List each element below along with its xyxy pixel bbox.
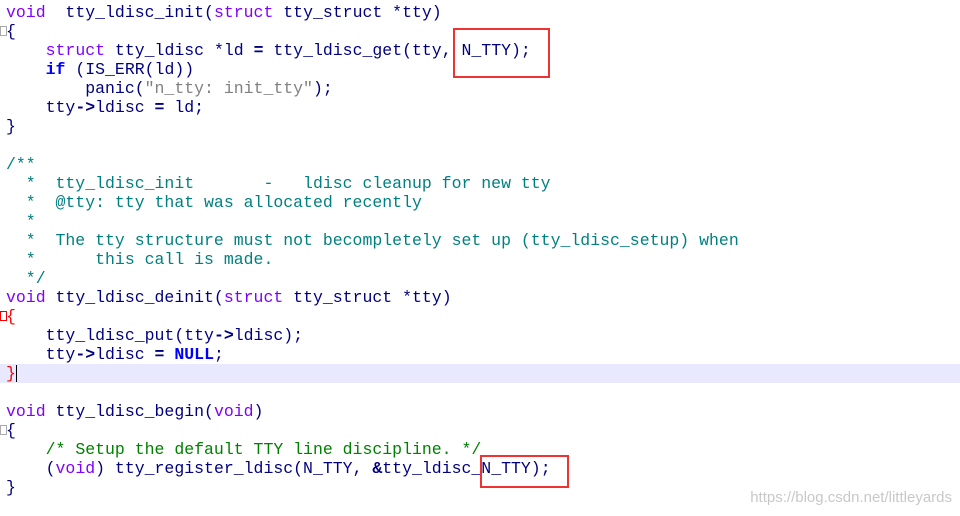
code-line[interactable]: void tty_ldisc_deinit(struct tty_struct …: [0, 288, 960, 307]
fold-marker-icon[interactable]: [0, 26, 7, 36]
code-token: tty_struct *tty): [273, 3, 442, 22]
code-token: tty: [6, 345, 76, 364]
code-token: NULL: [174, 345, 214, 364]
highlight-box-n-tty-get: [453, 28, 550, 78]
code-line[interactable]: {: [0, 307, 960, 326]
code-token: void: [6, 3, 46, 22]
code-token: /**: [6, 155, 36, 174]
code-token: tty_ldisc_deinit(: [45, 288, 224, 307]
code-token: tty_ldisc_put(tty: [6, 326, 214, 345]
code-token: void: [6, 288, 46, 307]
code-token: tty: [6, 98, 76, 117]
code-token: ): [253, 402, 264, 421]
fold-marker-icon[interactable]: [0, 311, 7, 321]
code-token: ->: [75, 98, 96, 117]
code-token: );: [312, 79, 333, 98]
code-token: void: [213, 402, 254, 421]
code-line[interactable]: [0, 136, 960, 155]
code-token: void: [6, 402, 46, 421]
code-token: {: [6, 421, 16, 440]
code-token: * @tty: tty that was allocated recently: [6, 193, 422, 212]
code-token: panic(: [6, 79, 145, 98]
code-line[interactable]: tty->ldisc = ld;: [0, 98, 960, 117]
code-token: * this call is made.: [6, 250, 274, 269]
code-token: {: [6, 307, 16, 326]
code-token: (: [6, 459, 56, 478]
code-token: ;: [213, 345, 224, 364]
code-token: struct: [45, 41, 106, 60]
code-token: struct: [223, 288, 284, 307]
code-token: /* Setup the default TTY line discipline…: [45, 440, 482, 459]
code-line[interactable]: * @tty: tty that was allocated recently: [0, 193, 960, 212]
code-token: ldisc);: [233, 326, 304, 345]
code-token: =: [154, 345, 165, 364]
code-line[interactable]: *: [0, 212, 960, 231]
watermark: https://blog.csdn.net/littleyards: [750, 489, 952, 506]
code-token: ) tty_register_ldisc(N_TTY,: [95, 459, 373, 478]
fold-marker-icon[interactable]: [0, 425, 7, 435]
code-token: struct: [213, 3, 274, 22]
code-line[interactable]: }: [0, 364, 960, 383]
code-token: ldisc: [95, 345, 155, 364]
code-token: tty_ldisc *ld: [105, 41, 254, 60]
code-token: =: [253, 41, 264, 60]
code-line[interactable]: {: [0, 421, 960, 440]
highlight-box-n-tty-register: [480, 455, 569, 488]
code-line[interactable]: [0, 383, 960, 402]
code-line[interactable]: tty->ldisc = NULL;: [0, 345, 960, 364]
code-token: */: [6, 269, 46, 288]
code-token: tty_ldisc_init(: [45, 3, 214, 22]
code-token: "n_tty: init_tty": [144, 79, 313, 98]
code-token: * tty_ldisc_init - ldisc cleanup for new…: [6, 174, 551, 193]
code-token: ldisc: [95, 98, 155, 117]
code-token: * The tty structure must not becompletel…: [6, 231, 739, 250]
code-token: }: [6, 117, 16, 136]
code-token: void: [55, 459, 96, 478]
code-line[interactable]: */: [0, 269, 960, 288]
code-token: {: [6, 22, 16, 41]
code-token: tty_ldisc_begin(: [45, 402, 214, 421]
code-line[interactable]: tty_ldisc_put(tty->ldisc);: [0, 326, 960, 345]
text-cursor: [15, 365, 17, 383]
code-token: =: [154, 98, 165, 117]
code-line[interactable]: * tty_ldisc_init - ldisc cleanup for new…: [0, 174, 960, 193]
code-token: *: [6, 212, 36, 231]
code-token: &: [372, 459, 383, 478]
code-token: ->: [75, 345, 96, 364]
code-token: tty_struct *tty): [283, 288, 452, 307]
code-line[interactable]: * this call is made.: [0, 250, 960, 269]
code-line[interactable]: }: [0, 117, 960, 136]
code-line[interactable]: void tty_ldisc_begin(void): [0, 402, 960, 421]
code-line[interactable]: /**: [0, 155, 960, 174]
code-line[interactable]: void tty_ldisc_init(struct tty_struct *t…: [0, 3, 960, 22]
code-token: }: [6, 478, 16, 497]
code-token: if: [45, 60, 66, 79]
code-token: (IS_ERR(ld)): [65, 60, 195, 79]
code-token: ld;: [164, 98, 205, 117]
code-line[interactable]: panic("n_tty: init_tty");: [0, 79, 960, 98]
code-line[interactable]: * The tty structure must not becompletel…: [0, 231, 960, 250]
code-token: ->: [213, 326, 234, 345]
code-token: }: [6, 364, 16, 383]
